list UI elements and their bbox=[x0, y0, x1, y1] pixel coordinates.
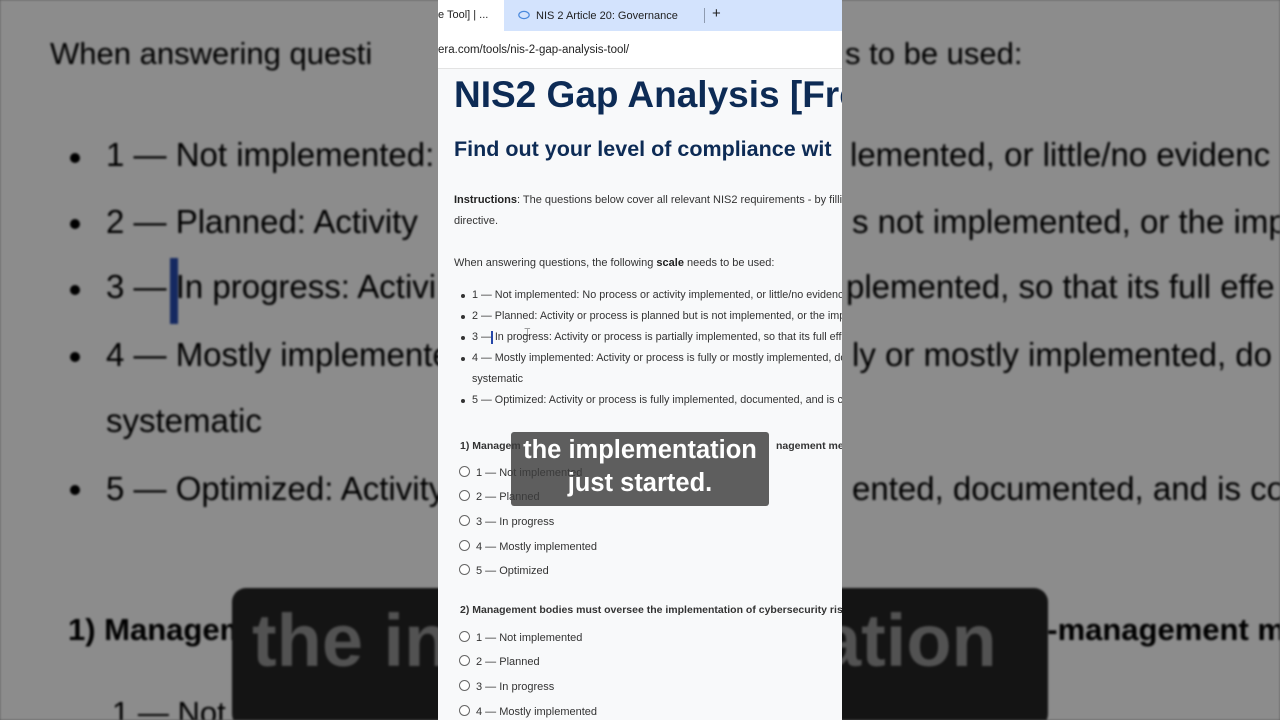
bg-caption-text: ation bbox=[820, 599, 997, 682]
text-cursor bbox=[491, 331, 493, 344]
q1-option-5[interactable]: 5 — Optimized bbox=[459, 564, 549, 577]
scale-word: scale bbox=[656, 257, 684, 269]
new-tab-icon[interactable]: + bbox=[712, 5, 721, 22]
radio-button[interactable] bbox=[459, 515, 470, 526]
bg-bullet bbox=[70, 219, 80, 229]
q2-option-1[interactable]: 1 — Not implemented bbox=[459, 631, 582, 644]
bg-bullet bbox=[70, 153, 80, 163]
radio-button[interactable] bbox=[459, 631, 470, 642]
bg-text: ented, documented, and is co bbox=[852, 470, 1280, 507]
q1-option-3[interactable]: 3 — In progress bbox=[459, 515, 554, 528]
radio-button[interactable] bbox=[459, 655, 470, 666]
instructions-label: Instructions bbox=[454, 194, 517, 206]
bg-bullet bbox=[70, 485, 80, 495]
browser-window: e Tool] | ... ✕ NIS 2 Article 20: Govern… bbox=[438, 0, 842, 720]
scale-suffix: needs to be used: bbox=[683, 257, 775, 269]
scale-item: 2 — Planned: Activity or process is plan… bbox=[461, 310, 842, 322]
bg-bullet bbox=[70, 285, 80, 295]
q2-option-4[interactable]: 4 — Mostly implemented bbox=[459, 705, 597, 718]
radio-button[interactable] bbox=[459, 680, 470, 691]
page-content: NIS2 Gap Analysis [Fre Find out your lev… bbox=[438, 69, 842, 720]
radio-button[interactable] bbox=[459, 466, 470, 477]
page-subtitle: Find out your level of compliance wit bbox=[454, 137, 832, 161]
radio-button[interactable] bbox=[459, 564, 470, 575]
scale-item: 4 — Mostly implemented: Activity or proc… bbox=[461, 352, 842, 364]
video-caption: the implementation just started. bbox=[511, 432, 769, 506]
address-bar[interactable]: era.com/tools/nis-2-gap-analysis-tool/ bbox=[438, 31, 842, 69]
bg-text: s to be used: bbox=[845, 36, 1023, 71]
bg-text: 3 — In progress: Activi bbox=[106, 268, 437, 305]
bg-bullet bbox=[70, 352, 80, 362]
q2-option-3[interactable]: 3 — In progress bbox=[459, 680, 554, 693]
scale-item-continuation: systematic bbox=[472, 373, 523, 385]
caption-line-2: just started. bbox=[567, 469, 713, 497]
radio-button[interactable] bbox=[459, 490, 470, 501]
bg-text: When answering questi bbox=[50, 36, 373, 71]
globe-icon bbox=[518, 10, 530, 20]
instructions-text-2: directive. bbox=[454, 215, 499, 227]
scale-prefix: When answering questions, the following bbox=[454, 257, 657, 269]
instructions-text: : The questions below cover all relevant… bbox=[516, 194, 842, 206]
url-text[interactable]: era.com/tools/nis-2-gap-analysis-tool/ bbox=[438, 44, 629, 56]
instructions-paragraph: Instructions: The questions below cover … bbox=[454, 194, 842, 206]
question-1-text-tail: nagement meas bbox=[776, 440, 842, 452]
tab-strip: e Tool] | ... ✕ NIS 2 Article 20: Govern… bbox=[438, 0, 842, 31]
bg-text: systematic bbox=[106, 402, 262, 439]
ibeam-cursor-icon: ⌶ bbox=[524, 327, 531, 339]
tab-title: e Tool] | ... bbox=[438, 9, 489, 21]
bg-text: 2 — Planned: Activity bbox=[106, 203, 418, 240]
page-title: NIS2 Gap Analysis [Fre bbox=[454, 74, 842, 115]
caption-line-1: the implementation bbox=[523, 436, 757, 464]
scale-item: 1 — Not implemented: No process or activ… bbox=[461, 289, 842, 301]
q2-option-2[interactable]: 2 — Planned bbox=[459, 655, 540, 668]
scale-intro: When answering questions, the following … bbox=[454, 257, 774, 269]
radio-button[interactable] bbox=[459, 705, 470, 716]
bg-text: ly or mostly implemented, do bbox=[852, 336, 1272, 373]
tab-2-title[interactable]: NIS 2 Article 20: Governance bbox=[536, 0, 678, 31]
bg-text: s not implemented, or the imp bbox=[852, 203, 1280, 240]
radio-button[interactable] bbox=[459, 540, 470, 551]
bg-caption-text: the in bbox=[252, 599, 450, 682]
bg-text: 1 — Not implemented: bbox=[106, 136, 435, 173]
q1-option-4[interactable]: 4 — Mostly implemented bbox=[459, 540, 597, 553]
bg-text: plemented, so that its full effe bbox=[846, 268, 1275, 305]
tab-active[interactable]: e Tool] | ... bbox=[438, 0, 504, 31]
bg-text: 5 — Optimized: Activity bbox=[106, 470, 446, 507]
question-2-text: 2) Management bodies must oversee the im… bbox=[460, 604, 842, 616]
bg-text: k-management meas bbox=[1030, 612, 1280, 647]
scale-item: 5 — Optimized: Activity or process is fu… bbox=[461, 394, 842, 406]
bg-text: 4 — Mostly implemente bbox=[106, 336, 451, 373]
bg-text: lemented, or little/no evidenc bbox=[850, 136, 1271, 173]
tab-separator bbox=[704, 8, 705, 23]
